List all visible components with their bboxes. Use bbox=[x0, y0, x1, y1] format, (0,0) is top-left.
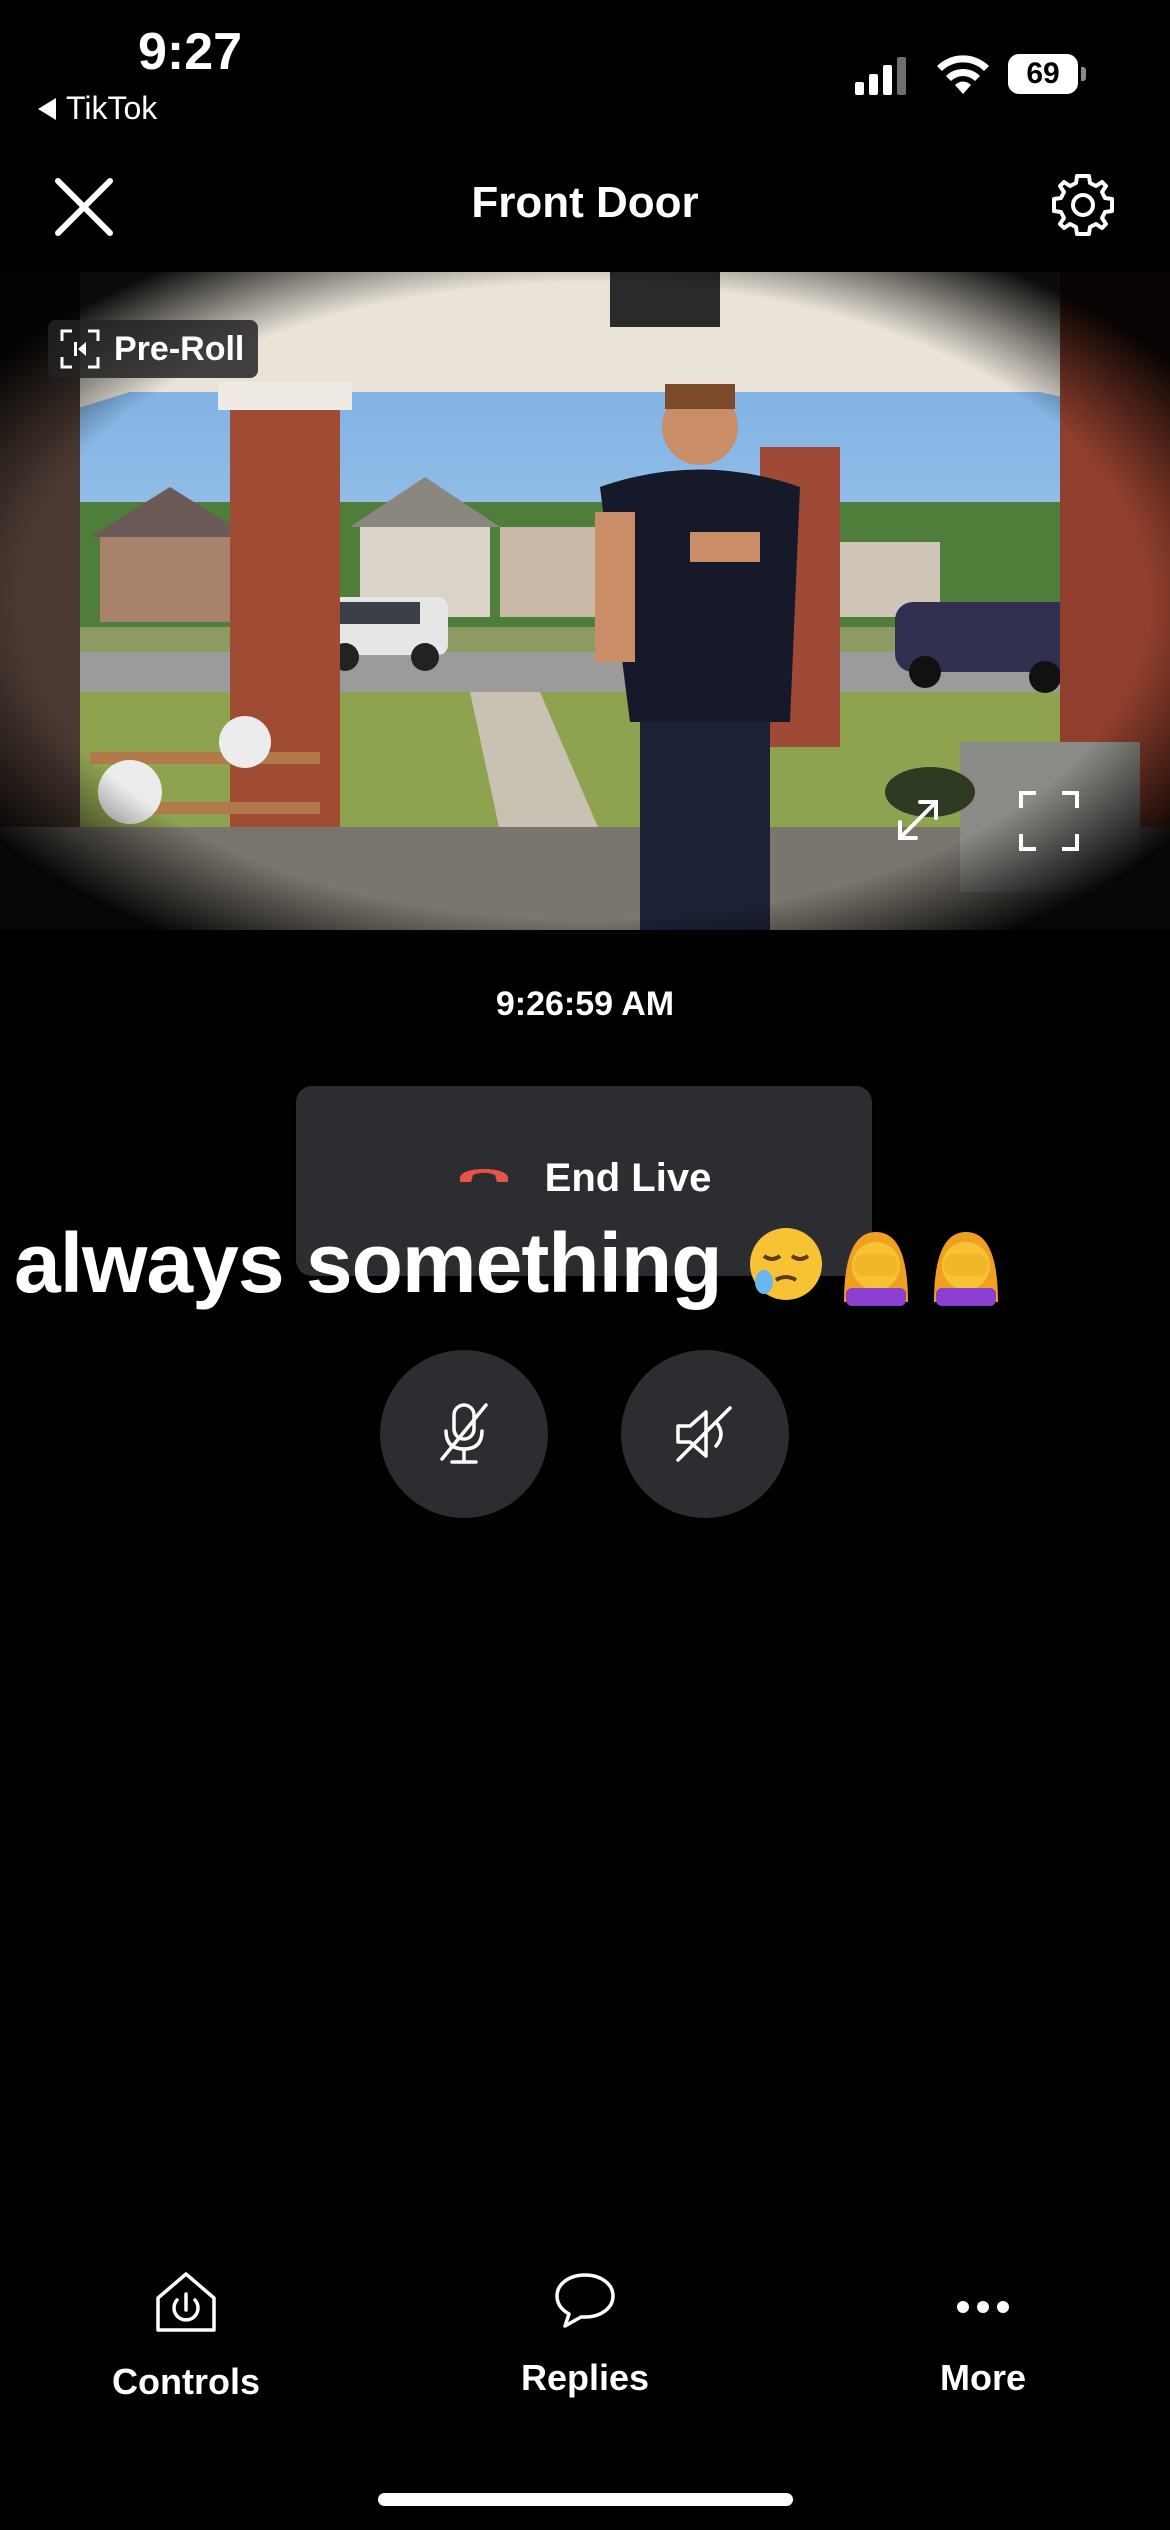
hang-up-phone-icon bbox=[459, 1169, 508, 1182]
power-house-icon bbox=[156, 2272, 216, 2332]
preroll-icon bbox=[60, 329, 100, 369]
speaker-muted-icon bbox=[676, 1406, 732, 1462]
nav-replies-label: Replies bbox=[520, 2357, 650, 2398]
caption-text: always something bbox=[14, 1216, 723, 1310]
status-time: 9:27 bbox=[138, 23, 243, 81]
expand-arrows-icon[interactable] bbox=[890, 792, 946, 848]
nav-more[interactable]: More bbox=[833, 2270, 1133, 2399]
microphone-muted-icon bbox=[440, 1403, 488, 1464]
battery-level: 69 bbox=[1008, 54, 1078, 94]
bottom-navigation: Controls Replies More bbox=[0, 2270, 1170, 2420]
mute-speaker-button[interactable] bbox=[621, 1350, 789, 1518]
nav-replies[interactable]: Replies bbox=[435, 2270, 735, 2399]
gear-icon[interactable] bbox=[1050, 172, 1116, 238]
back-to-app-link[interactable]: TikTok bbox=[38, 90, 157, 127]
woman-facepalming-emoji-icon bbox=[843, 1231, 908, 1306]
woman-facepalming-emoji-icon bbox=[933, 1231, 998, 1306]
more-dots-icon bbox=[957, 2301, 1009, 2313]
back-triangle-icon bbox=[38, 97, 56, 120]
mute-microphone-button[interactable] bbox=[380, 1350, 548, 1518]
nav-controls-label: Controls bbox=[112, 2361, 260, 2402]
nav-more-label: More bbox=[939, 2357, 1026, 2398]
home-indicator[interactable] bbox=[378, 2493, 793, 2506]
speech-bubble-icon bbox=[555, 2273, 615, 2328]
battery-indicator: 69 bbox=[1008, 54, 1086, 94]
wifi-icon bbox=[937, 55, 989, 94]
back-app-label: TikTok bbox=[66, 90, 158, 126]
preroll-label: Pre-Roll bbox=[114, 329, 245, 368]
fullscreen-icon[interactable] bbox=[1018, 790, 1080, 852]
nav-controls[interactable]: Controls bbox=[36, 2270, 336, 2403]
camera-live-feed[interactable]: Pre-Roll bbox=[0, 272, 1170, 930]
feed-timestamp: 9:26:59 AM bbox=[495, 985, 675, 1023]
preroll-badge[interactable]: Pre-Roll bbox=[48, 320, 259, 378]
sleepy-face-emoji-icon bbox=[749, 1227, 822, 1300]
video-caption-overlay: always something bbox=[14, 1215, 1008, 1312]
cellular-signal-icon bbox=[855, 55, 906, 95]
page-title: Front Door bbox=[471, 178, 699, 227]
